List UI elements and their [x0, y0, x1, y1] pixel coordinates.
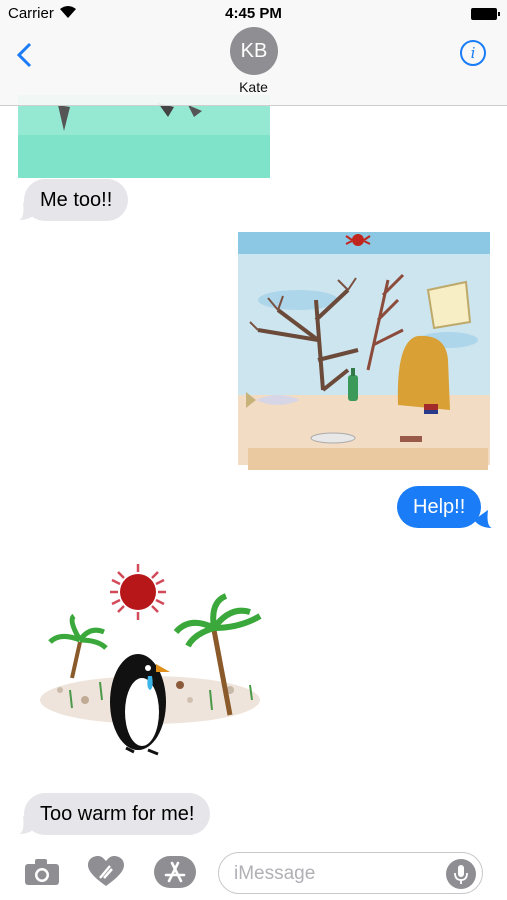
back-chevron-icon[interactable] — [14, 42, 38, 68]
navigation-bar: Carrier 4:45 PM KB Kate i — [0, 0, 507, 106]
status-bar: Carrier 4:45 PM — [0, 0, 507, 26]
digital-touch-heart-icon[interactable] — [88, 856, 124, 893]
microphone-icon[interactable] — [446, 859, 476, 889]
info-icon[interactable]: i — [460, 40, 486, 66]
polluted-reef-sticker[interactable] — [238, 230, 490, 478]
message-bubble-incoming[interactable]: Me too!! — [24, 179, 129, 221]
avatar[interactable]: KB — [230, 27, 278, 75]
app-store-icon[interactable] — [154, 856, 196, 893]
crying-penguin-sticker[interactable] — [30, 560, 270, 760]
message-input-placeholder: iMessage — [234, 863, 316, 884]
message-bubble-outgoing[interactable]: Help!! — [397, 486, 482, 528]
water-scene-sticker[interactable] — [18, 95, 270, 178]
battery-icon — [471, 8, 500, 20]
conversation: Me too!! Help!! Too warm for me! — [0, 0, 507, 900]
message-bubble-incoming[interactable]: Too warm for me! — [24, 793, 211, 835]
contact-name[interactable]: Kate — [0, 79, 507, 95]
camera-icon[interactable] — [24, 858, 60, 891]
clock: 4:45 PM — [225, 5, 282, 22]
